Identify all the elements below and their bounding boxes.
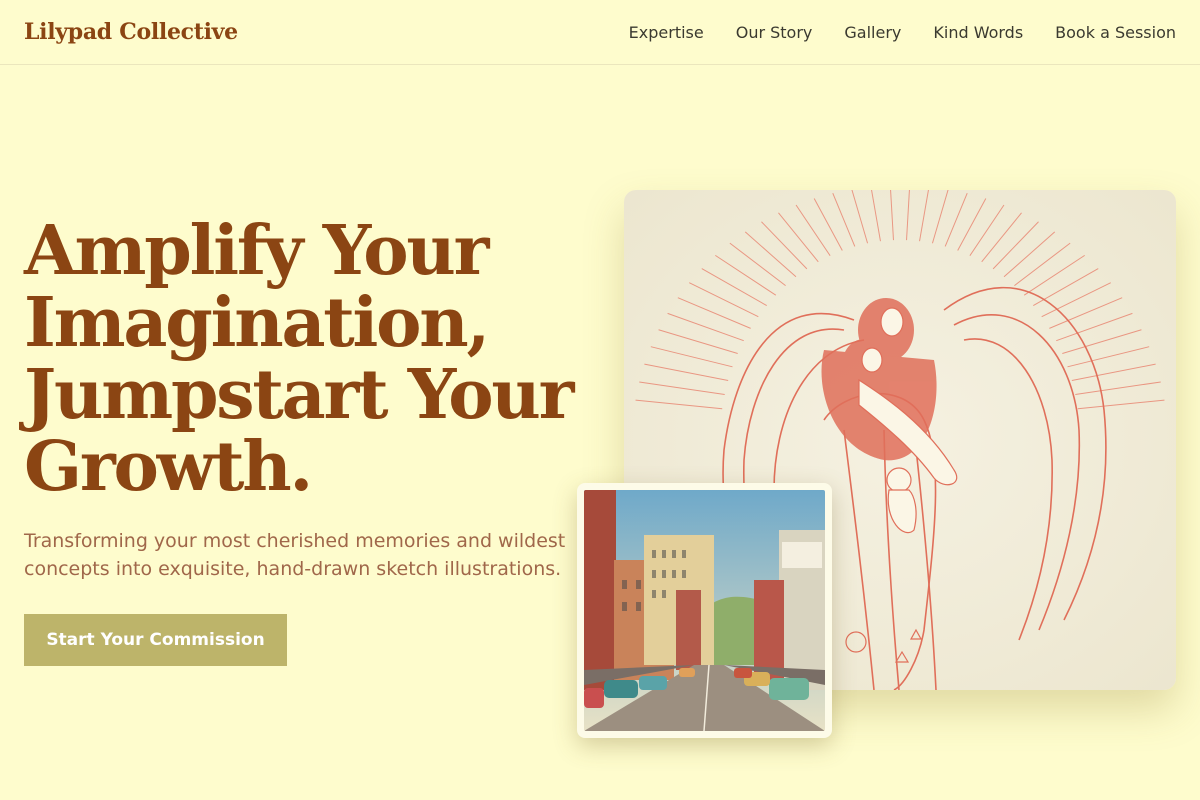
main-nav: Expertise Our Story Gallery Kind Words B… xyxy=(629,23,1176,42)
nav-item-our-story[interactable]: Our Story xyxy=(736,23,813,42)
postcard-frame xyxy=(577,483,832,738)
nav-item-kind-words[interactable]: Kind Words xyxy=(933,23,1023,42)
nav-item-gallery[interactable]: Gallery xyxy=(844,23,901,42)
vintage-street-image xyxy=(584,490,825,731)
nav-item-expertise[interactable]: Expertise xyxy=(629,23,704,42)
hero-title-line: Amplify Your xyxy=(24,211,489,291)
hero-title-line: Jumpstart Your xyxy=(24,355,574,435)
site-header: Lilypad Collective Expertise Our Story G… xyxy=(0,0,1200,65)
hero-title-line: Imagination, xyxy=(24,283,490,363)
start-commission-button[interactable]: Start Your Commission xyxy=(24,614,287,666)
hero-title: Amplify Your Imagination, Jumpstart Your… xyxy=(24,215,584,503)
vintage-street-postcard xyxy=(584,490,825,731)
hero-subtitle: Transforming your most cherished memorie… xyxy=(24,530,566,580)
nav-item-book-session[interactable]: Book a Session xyxy=(1055,23,1176,42)
brand-logo[interactable]: Lilypad Collective xyxy=(24,19,238,45)
hero-title-line: Growth. xyxy=(24,427,313,507)
